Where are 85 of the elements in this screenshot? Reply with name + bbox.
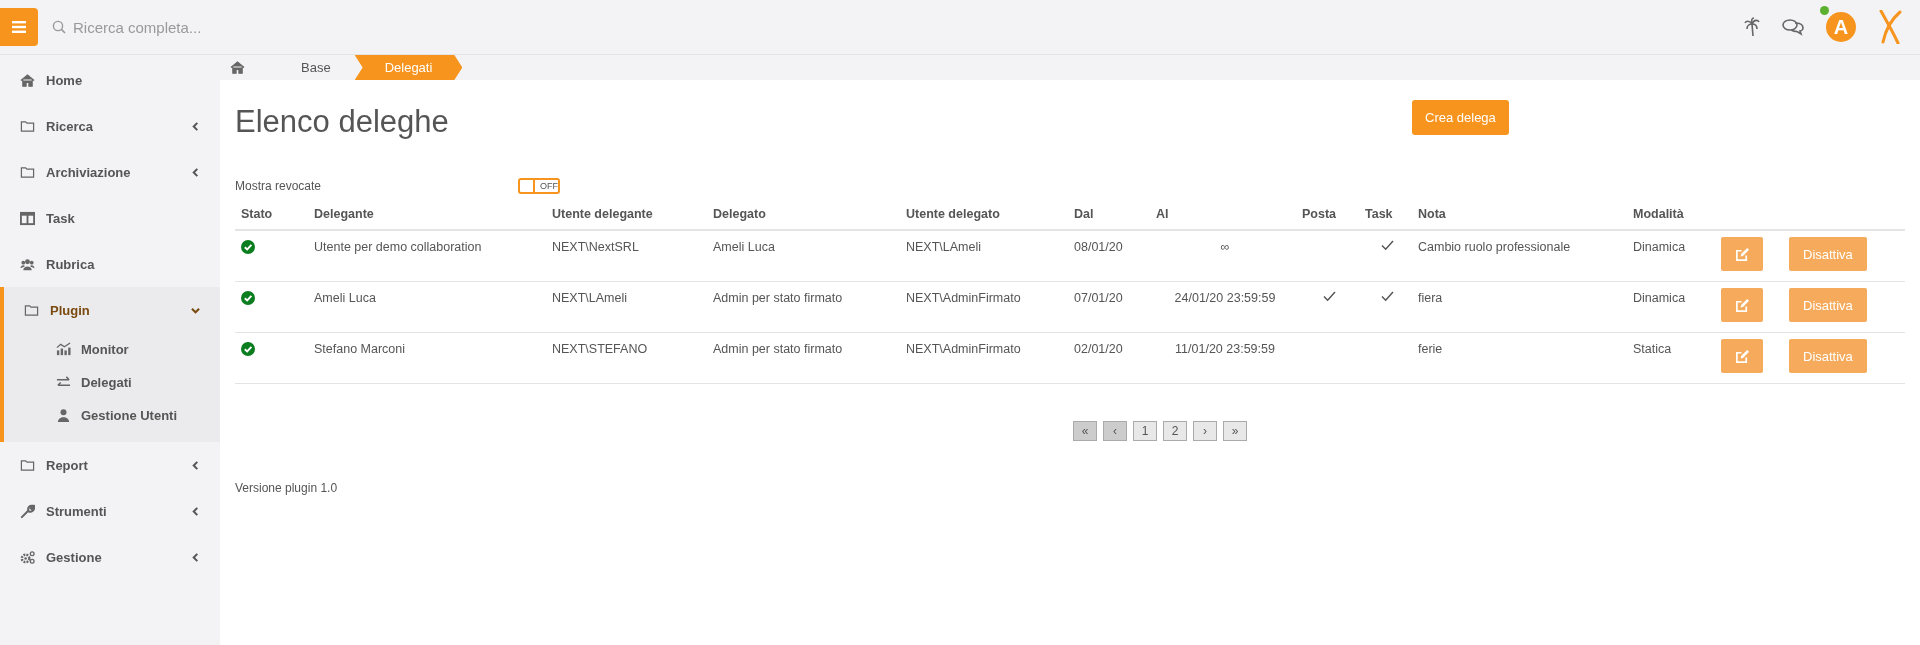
edit-icon [1734, 297, 1750, 313]
column-header: Task [1361, 199, 1414, 230]
page-title: Elenco deleghe [235, 104, 450, 140]
table-cell: NEXT\NextSRL [552, 240, 639, 254]
table-cell: NEXT\AdminFirmato [906, 342, 1021, 356]
column-header: Utente delegante [548, 199, 709, 230]
chevron-left-icon [191, 167, 200, 177]
columns-icon [20, 210, 35, 226]
page-button[interactable]: 2 [1163, 421, 1187, 441]
edit-button[interactable] [1721, 288, 1763, 322]
table-cell: Cambio ruolo professionale [1418, 240, 1571, 254]
column-header: Posta [1298, 199, 1361, 230]
table-cell: Utente per demo collaboration [314, 240, 482, 254]
toggle-label: Mostra revocate [235, 179, 323, 193]
sidebar-item[interactable]: Gestione [0, 534, 220, 580]
table-cell: 08/01/20 [1074, 240, 1123, 254]
table-cell: NEXT\LAmeli [552, 291, 628, 305]
sidebar-item[interactable]: Home [0, 57, 220, 103]
edit-button[interactable] [1721, 237, 1763, 271]
table-cell: 11/01/20 23:59:59 [1175, 342, 1275, 356]
chat-icon[interactable] [1782, 18, 1804, 36]
home-icon [20, 72, 35, 88]
table-cell: Stefano Marconi [314, 342, 406, 356]
page-button[interactable]: 1 [1133, 421, 1157, 441]
table-cell: ∞ [1220, 240, 1230, 254]
chevron-down-icon [191, 305, 200, 315]
sidebar-item[interactable]: Ricerca [0, 103, 220, 149]
column-header: Stato [235, 199, 310, 230]
sidebar-item[interactable]: Rubrica [0, 241, 220, 287]
table-cell: Ameli Luca [314, 291, 376, 305]
sidebar-item[interactable]: Plugin [4, 287, 220, 333]
chevron-left-icon [191, 506, 200, 516]
table-cell: fiera [1418, 291, 1443, 305]
column-header: Dal [1070, 199, 1152, 230]
table-cell: 07/01/20 [1074, 291, 1123, 305]
column-header: Delegato [709, 199, 902, 230]
edit-button[interactable] [1721, 339, 1763, 373]
chart-icon [56, 342, 71, 357]
folder-icon [20, 457, 35, 473]
table-cell: 02/01/20 [1074, 342, 1123, 356]
column-header: Utente delegato [902, 199, 1070, 230]
sidebar-subitem[interactable]: Gestione Utenti [4, 399, 220, 432]
column-header: Al [1152, 199, 1298, 230]
table-cell: NEXT\STEFANO [552, 342, 648, 356]
home-icon[interactable] [230, 60, 245, 75]
sidebar-subitem[interactable]: Delegati [4, 366, 220, 399]
user-icon [56, 408, 71, 423]
column-header: Modalità [1629, 199, 1717, 230]
edit-icon [1734, 348, 1750, 364]
menu-button[interactable] [0, 8, 38, 46]
folder-icon [20, 118, 35, 134]
table-cell: Admin per stato firmato [713, 342, 843, 356]
logo-icon [1878, 10, 1902, 44]
table-cell: ferie [1418, 342, 1443, 356]
table-cell: Statica [1633, 342, 1672, 356]
search-icon [52, 20, 66, 34]
palm-tree-icon[interactable] [1744, 17, 1760, 37]
table-cell: NEXT\AdminFirmato [906, 291, 1021, 305]
table-cell: Ameli Luca [713, 240, 775, 254]
version-text: Versione plugin 1.0 [235, 481, 339, 495]
chevron-left-icon [191, 121, 200, 131]
breadcrumb-link[interactable]: Base [277, 55, 355, 80]
users-icon [20, 256, 35, 272]
table-cell: 24/01/20 23:59:59 [1174, 291, 1276, 305]
page-button[interactable]: » [1223, 421, 1247, 441]
search-field[interactable]: Ricerca completa... [71, 17, 335, 37]
sidebar-item[interactable]: Report [0, 442, 220, 488]
table-cell: NEXT\LAmeli [906, 240, 982, 254]
column-header: Delegante [310, 199, 548, 230]
folder-icon [24, 302, 39, 318]
table-cell: Dinamica [1633, 240, 1686, 254]
toggle-switch[interactable]: OFF [518, 178, 560, 194]
folder-icon [20, 164, 35, 180]
menu-icon [12, 21, 26, 33]
table-cell: Admin per stato firmato [713, 291, 843, 305]
table-cell: Dinamica [1633, 291, 1686, 305]
sidebar-item[interactable]: Archiviazione [0, 149, 220, 195]
edit-icon [1734, 246, 1750, 262]
sidebar-item[interactable]: Strumenti [0, 488, 220, 534]
chevron-left-icon [191, 552, 200, 562]
sidebar-item[interactable]: Task [0, 195, 220, 241]
column-header: Nota [1414, 199, 1629, 230]
sidebar-subitem[interactable]: Monitor [4, 333, 220, 366]
chevron-left-icon [191, 460, 200, 470]
page-button[interactable]: › [1193, 421, 1217, 441]
